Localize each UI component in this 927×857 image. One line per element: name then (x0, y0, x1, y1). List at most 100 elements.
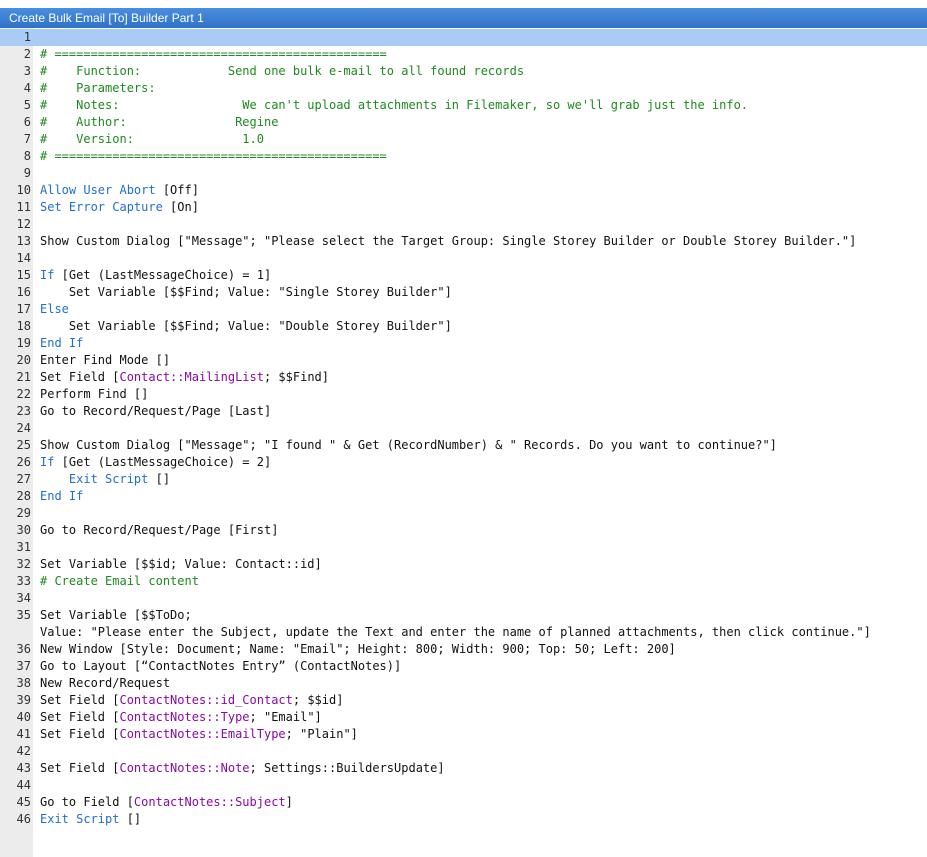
code-token: Go to Record/Request/Page [Last] (40, 404, 272, 418)
script-line[interactable]: 25 Show Custom Dialog ["Message"; "I foun… (0, 437, 927, 454)
script-line[interactable]: 44 (0, 777, 927, 794)
script-line[interactable]: 40 Set Field [ContactNotes::Type; "Email"… (0, 709, 927, 726)
code-token: Else (40, 302, 69, 316)
script-line[interactable]: 34 (0, 590, 927, 607)
script-line[interactable]: 11 Set Error Capture [On] (0, 199, 927, 216)
script-line[interactable]: 18 Set Variable [$$Find; Value: "Double … (0, 318, 927, 335)
code-token: ; "Plain"] (285, 727, 358, 741)
line-number: 25 (16, 438, 31, 452)
script-line[interactable]: 32 Set Variable [$$id; Value: Contact::id… (0, 556, 927, 573)
code-token: Contact::MailingList (119, 370, 264, 384)
line-number: 16 (16, 285, 31, 299)
script-line[interactable]: 33 # Create Email content (0, 573, 927, 590)
line-text: Set Field [ContactNotes::Type; "Email"] (40, 709, 322, 726)
code-token: ] (285, 795, 293, 809)
script-line[interactable]: 5 # Notes: We can't upload attachments in… (0, 97, 927, 114)
code-token: End If (40, 336, 84, 350)
code-token: Set Field [ (40, 370, 120, 384)
code-token: If (40, 455, 55, 469)
script-editor[interactable]: 1 2 # ====================================… (0, 29, 927, 828)
script-line[interactable]: 3 # Function: Send one bulk e-mail to all… (0, 63, 927, 80)
script-line[interactable]: 20 Enter Find Mode [] (0, 352, 927, 369)
script-line[interactable]: 30 Go to Record/Request/Page [First] (0, 522, 927, 539)
script-line[interactable]: 4 # Parameters: (0, 80, 927, 97)
line-number: 12 (16, 217, 31, 231)
line-number: 32 (16, 557, 31, 571)
line-text: Allow User Abort [Off] (40, 182, 199, 199)
script-line[interactable]: 39 Set Field [ContactNotes::id_Contact; $… (0, 692, 927, 709)
script-line[interactable]: 26 If [Get (LastMessageChoice) = 2] (0, 454, 927, 471)
script-line[interactable]: 28 End If (0, 488, 927, 505)
line-text: New Window [Style: Document; Name: "Emai… (40, 641, 676, 658)
code-token: ContactNotes::Subject (133, 795, 286, 809)
code-token: Enter Find Mode [] (40, 353, 171, 367)
script-line[interactable]: 23 Go to Record/Request/Page [Last] (0, 403, 927, 420)
script-line[interactable]: 9 (0, 165, 927, 182)
script-line[interactable]: 7 # Version: 1.0 (0, 131, 927, 148)
code-token: ContactNotes::id_Contact (119, 693, 293, 707)
script-line[interactable]: 29 (0, 505, 927, 522)
line-text: End If (40, 488, 83, 505)
code-token: Set Field [ (40, 727, 120, 741)
script-line[interactable]: 41 Set Field [ContactNotes::EmailType; "P… (0, 726, 927, 743)
line-number: 14 (16, 251, 31, 265)
line-number: 21 (16, 370, 31, 384)
code-token: [On] (162, 200, 199, 214)
script-line[interactable]: 45 Go to Field [ContactNotes::Subject] (0, 794, 927, 811)
code-token: Set Variable [$$Find; Value: "Single Sto… (40, 285, 452, 299)
code-token: [Off] (155, 183, 199, 197)
code-token: Allow User Abort (40, 183, 156, 197)
line-number: 1 (23, 30, 31, 44)
script-line[interactable]: 21 Set Field [Contact::MailingList; $$Fin… (0, 369, 927, 386)
line-number: 42 (16, 744, 31, 758)
window-title: Create Bulk Email [To] Builder Part 1 (0, 8, 927, 28)
line-text: # Function: Send one bulk e-mail to all … (40, 63, 524, 80)
line-number: 26 (16, 455, 31, 469)
script-line[interactable]: 35 Set Variable [$$ToDo; (0, 607, 927, 624)
code-token: # Create Email content (40, 574, 199, 588)
script-line[interactable]: 36 New Window [Style: Document; Name: "Em… (0, 641, 927, 658)
script-line[interactable]: 13 Show Custom Dialog ["Message"; "Please… (0, 233, 927, 250)
script-line[interactable]: 38 New Record/Request (0, 675, 927, 692)
script-line[interactable]: 22 Perform Find [] (0, 386, 927, 403)
script-line[interactable]: 6 # Author: Regine (0, 114, 927, 131)
script-line[interactable]: 2 # =====================================… (0, 46, 927, 63)
script-line[interactable]: 17 Else (0, 301, 927, 318)
script-line[interactable]: 42 (0, 743, 927, 760)
code-token: Go to Field [ (40, 795, 134, 809)
script-line[interactable]: 37 Go to Layout [“ContactNotes Entry” (Co… (0, 658, 927, 675)
code-token: ContactNotes::EmailType (119, 727, 286, 741)
line-text: # Parameters: (40, 80, 156, 97)
code-token: ; $$id] (292, 693, 344, 707)
code-token: # Function: Send one bulk e-mail to all … (40, 64, 525, 78)
line-text: Set Field [Contact::MailingList; $$Find] (40, 369, 329, 386)
line-number: 46 (16, 812, 31, 826)
script-line[interactable]: 27 Exit Script [] (0, 471, 927, 488)
script-line[interactable]: 12 (0, 216, 927, 233)
line-number: 20 (16, 353, 31, 367)
script-line[interactable]: 24 (0, 420, 927, 437)
line-number: 6 (23, 115, 31, 129)
script-line[interactable]: 8 # =====================================… (0, 148, 927, 165)
code-token: # Parameters: (40, 81, 156, 95)
script-line[interactable]: 31 (0, 539, 927, 556)
line-number: 5 (23, 98, 31, 112)
script-line[interactable]: 10 Allow User Abort [Off] (0, 182, 927, 199)
script-line[interactable]: 46 Exit Script [] (0, 811, 927, 828)
script-line[interactable]: 19 End If (0, 335, 927, 352)
script-line[interactable]: 15 If [Get (LastMessageChoice) = 1] (0, 267, 927, 284)
script-line[interactable]: 43 Set Field [ContactNotes::Note; Setting… (0, 760, 927, 777)
script-line[interactable]: 16 Set Variable [$$Find; Value: "Single … (0, 284, 927, 301)
code-token: [Get (LastMessageChoice) = 1] (54, 268, 272, 282)
line-text: Set Field [ContactNotes::EmailType; "Pla… (40, 726, 358, 743)
line-number: 11 (16, 200, 31, 214)
line-text: If [Get (LastMessageChoice) = 2] (40, 454, 271, 471)
line-number: 27 (16, 472, 31, 486)
line-number: 41 (16, 727, 31, 741)
script-line[interactable]: Value: "Please enter the Subject, update… (0, 624, 927, 641)
line-number: 33 (16, 574, 31, 588)
line-text: Set Variable [$$Find; Value: "Single Sto… (40, 284, 452, 301)
script-line[interactable]: 14 (0, 250, 927, 267)
line-number: 30 (16, 523, 31, 537)
script-line[interactable]: 1 (0, 29, 927, 46)
